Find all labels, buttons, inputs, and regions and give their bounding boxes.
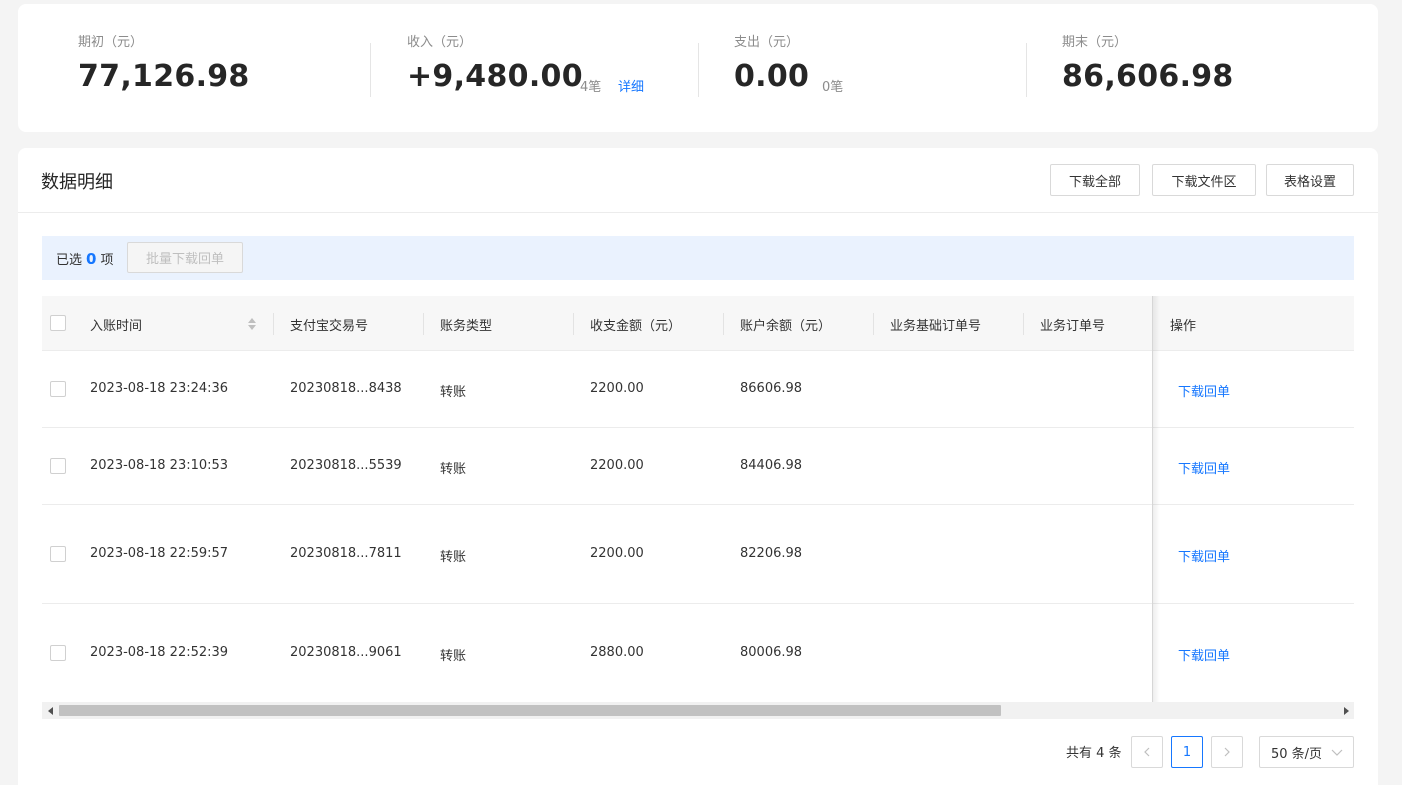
selection-count: 0 [86,250,97,268]
header-amount: 收支金额（元） [590,319,682,334]
column-separator [423,313,424,335]
closing-label: 期末（元） [1062,35,1128,50]
income-count: 4笔 [580,80,602,95]
batch-download-button[interactable]: 批量下载回单 [127,242,243,273]
cell-amount: 2200.00 [590,546,644,561]
cell-trade-no: 20230818...8438 [290,381,402,396]
cell-trade-no: 20230818...7811 [290,546,402,561]
selection-summary: 已选 0 项 [56,249,113,268]
page-number-button[interactable]: 1 [1171,736,1203,768]
detail-header: 数据明细 下载全部 下载文件区 表格设置 [18,148,1378,213]
opening-value: 77,126.98 [78,59,250,94]
column-separator [873,313,874,335]
expense-value: 0.00 [734,59,810,94]
next-page-button[interactable] [1211,736,1243,768]
column-separator [273,313,274,335]
prev-page-button[interactable] [1131,736,1163,768]
column-separator [1023,313,1024,335]
stat-divider [698,43,699,97]
download-receipt-link[interactable]: 下载回单 [1178,546,1230,565]
cell-balance: 86606.98 [740,381,803,396]
cell-balance: 82206.98 [740,546,803,561]
income-label: 收入（元） [407,35,473,50]
cell-amount: 2200.00 [590,381,644,396]
header-action: 操作 [1170,319,1197,334]
chevron-left-icon [1144,747,1150,757]
header-time[interactable]: 入账时间 [90,315,142,334]
expense-count: 0笔 [822,80,844,95]
income-value: +9,480.00 [407,59,583,94]
cell-time: 2023-08-18 23:24:36 [90,381,229,396]
row-checkbox[interactable] [50,381,66,397]
cell-balance: 80006.98 [740,645,803,660]
closing-value: 86,606.98 [1062,59,1234,94]
column-separator [723,313,724,335]
expense-label: 支出（元） [734,35,800,50]
cell-type: 转账 [440,550,467,565]
table-settings-button[interactable]: 表格设置 [1266,164,1354,196]
page-size-select[interactable]: 50 条/页 [1259,736,1354,768]
download-receipt-link[interactable]: 下载回单 [1178,458,1230,477]
scroll-left-arrow-icon[interactable] [42,702,59,719]
download-area-button[interactable]: 下载文件区 [1152,164,1256,196]
detail-title: 数据明细 [41,172,113,193]
cell-type: 转账 [440,385,467,400]
cell-balance: 84406.98 [740,458,803,473]
header-balance: 账户余额（元） [740,319,832,334]
header-trade-no: 支付宝交易号 [290,319,369,334]
chevron-down-icon [1331,749,1343,756]
cell-amount: 2880.00 [590,645,644,660]
opening-label: 期初（元） [78,35,144,50]
header-base-order: 业务基础订单号 [890,319,982,334]
stat-divider [1026,43,1027,97]
header-type: 账务类型 [440,319,493,334]
chevron-right-icon [1224,747,1230,757]
column-separator [573,313,574,335]
pagination-total: 共有 4 条 [1066,746,1122,761]
row-checkbox[interactable] [50,546,66,562]
summary-card: 期初（元） 77,126.98 收入（元） +9,480.00 4笔 详细 支出… [18,4,1378,132]
cell-type: 转账 [440,462,467,477]
selection-bar: 已选 0 项 批量下载回单 [42,236,1354,280]
cell-type: 转账 [440,649,467,664]
cell-time: 2023-08-18 22:59:57 [90,546,229,561]
stat-divider [370,43,371,97]
download-receipt-link[interactable]: 下载回单 [1178,645,1230,664]
fixed-column-shadow [1152,296,1160,702]
header-order: 业务订单号 [1040,319,1106,334]
cell-trade-no: 20230818...9061 [290,645,402,660]
cell-trade-no: 20230818...5539 [290,458,402,473]
select-all-checkbox[interactable] [50,315,66,331]
download-all-button[interactable]: 下载全部 [1050,164,1140,196]
selection-suffix: 项 [100,253,114,268]
row-checkbox[interactable] [50,645,66,661]
selection-prefix: 已选 [56,253,83,268]
horizontal-scrollbar[interactable] [42,702,1354,719]
sort-icon[interactable] [247,316,257,332]
scroll-right-arrow-icon[interactable] [1337,702,1354,719]
income-detail-link[interactable]: 详细 [618,76,644,95]
data-table: 入账时间 支付宝交易号 账务类型 收支金额（元） 账户余额（元） 业务基础订单号… [42,296,1354,702]
detail-card: 数据明细 下载全部 下载文件区 表格设置 已选 0 项 批量下载回单 入账时间 … [18,148,1378,785]
page-size-value: 50 条/页 [1271,746,1323,762]
download-receipt-link[interactable]: 下载回单 [1178,381,1230,400]
cell-time: 2023-08-18 22:52:39 [90,645,229,660]
cell-amount: 2200.00 [590,458,644,473]
scrollbar-thumb[interactable] [59,705,1001,716]
cell-time: 2023-08-18 23:10:53 [90,458,229,473]
row-checkbox[interactable] [50,458,66,474]
